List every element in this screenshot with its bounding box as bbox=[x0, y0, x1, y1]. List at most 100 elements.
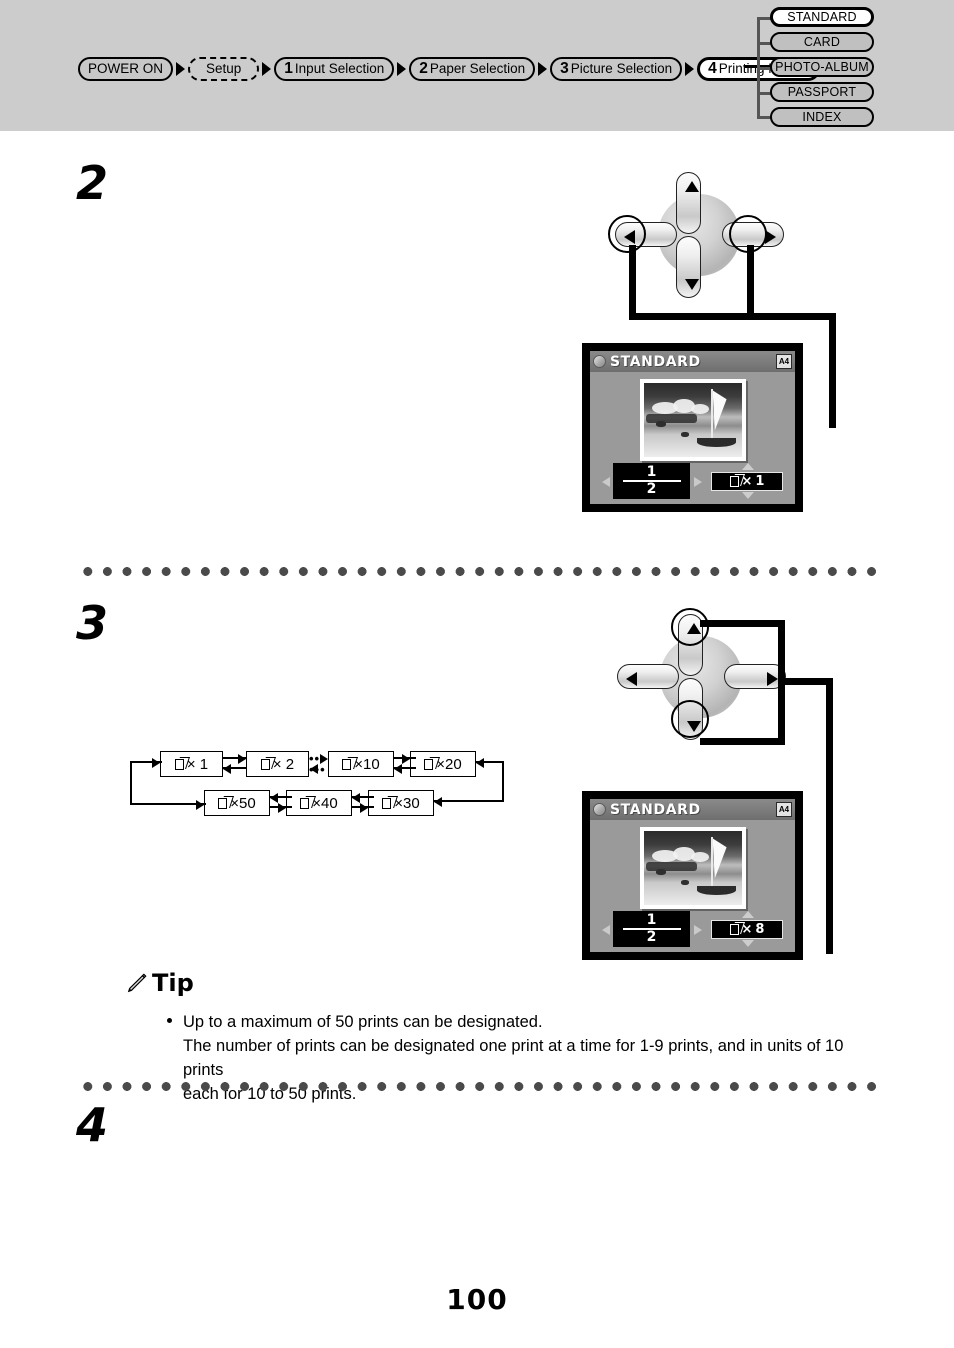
arrow-up-icon bbox=[742, 463, 754, 470]
mode-label: INDEX bbox=[802, 110, 842, 124]
dpad-right-button[interactable] bbox=[724, 664, 786, 689]
flow-arrow-left bbox=[270, 793, 278, 803]
rock-shape bbox=[681, 431, 690, 437]
flow-line bbox=[130, 803, 206, 805]
flow-arrow-left bbox=[394, 764, 402, 774]
connector-horizontal bbox=[700, 620, 785, 627]
print-count-flow-diagram: × 1 × 2 ×10 ×20 ×50 ×40 ×30 ••• ••• bbox=[120, 745, 504, 820]
paper-sheet-icon bbox=[382, 797, 392, 809]
flow-box-x10: ×10 bbox=[328, 751, 394, 777]
mode-label: STANDARD bbox=[787, 10, 857, 24]
breadcrumb-item-input-selection[interactable]: 1 Input Selection bbox=[274, 57, 395, 81]
arrow-left-icon bbox=[602, 925, 610, 935]
photo-thumbnail bbox=[644, 383, 742, 457]
highlight-ring-down bbox=[671, 700, 709, 738]
flow-box-x40: ×40 bbox=[286, 790, 352, 816]
mast-shape bbox=[710, 836, 713, 886]
flow-box-label: ×40 bbox=[312, 794, 338, 812]
dpad-up-button[interactable] bbox=[676, 172, 701, 234]
lcd-inner: STANDARD A4 1 2 bbox=[590, 351, 795, 504]
highlight-ring-up bbox=[671, 608, 709, 646]
section-divider bbox=[78, 567, 878, 576]
connector-vertical bbox=[826, 678, 833, 954]
lcd-title-bar: STANDARD A4 bbox=[590, 351, 795, 372]
page-current: 1 bbox=[646, 464, 657, 481]
lcd-screen-step2: STANDARD A4 1 2 × 1 bbox=[582, 343, 803, 512]
flow-box-label: ×50 bbox=[230, 794, 256, 812]
navigation-band: POWER ON Setup 1 Input Selection 2 Paper… bbox=[0, 0, 954, 131]
flow-box-label: × 2 bbox=[272, 755, 295, 773]
flow-arrow-left bbox=[476, 758, 484, 768]
breadcrumb-item-paper-selection[interactable]: 2 Paper Selection bbox=[409, 57, 536, 81]
flow-box-label: ×10 bbox=[354, 755, 380, 773]
paper-sheet-icon bbox=[300, 797, 310, 809]
mode-item-card[interactable]: CARD bbox=[770, 32, 874, 52]
flow-arrow-right bbox=[196, 800, 204, 810]
mode-stub-connector bbox=[757, 67, 771, 70]
paper-sheet-icon bbox=[174, 758, 184, 770]
breadcrumb-label: Input Selection bbox=[294, 61, 385, 77]
triangle-up-icon bbox=[685, 181, 699, 192]
arrow-down-icon bbox=[742, 940, 754, 947]
cloud-shape bbox=[691, 403, 710, 414]
lcd-screen-step3: STANDARD A4 1 2 × 8 bbox=[582, 791, 803, 960]
tip-heading: Tip bbox=[152, 969, 194, 997]
arrow-up-icon bbox=[742, 911, 754, 918]
mode-label: PASSPORT bbox=[787, 85, 857, 99]
breadcrumb-step-number: 2 bbox=[419, 60, 428, 78]
paper-sheet-icon bbox=[729, 924, 739, 935]
connector-horizontal bbox=[629, 313, 836, 320]
paper-size-badge: A4 bbox=[776, 354, 792, 369]
page-number: 100 bbox=[446, 1283, 508, 1316]
mode-item-passport[interactable]: PASSPORT bbox=[770, 82, 874, 102]
page-current: 1 bbox=[646, 912, 657, 929]
sail-shape bbox=[712, 390, 727, 431]
bullet-icon bbox=[167, 1018, 172, 1023]
lcd-mode-title: STANDARD bbox=[610, 801, 701, 818]
breadcrumb-label: Picture Selection bbox=[570, 61, 673, 77]
page-indicator: 1 2 bbox=[613, 463, 690, 499]
breadcrumb-item-picture-selection[interactable]: 3 Picture Selection bbox=[550, 57, 683, 81]
photo-thumbnail bbox=[644, 831, 742, 905]
print-count-indicator: × 8 bbox=[711, 920, 783, 939]
connector-vertical bbox=[629, 245, 636, 320]
breadcrumb-step-number: 3 bbox=[560, 60, 569, 78]
step-number-2: 2 bbox=[76, 156, 109, 210]
triangle-right-icon bbox=[767, 672, 778, 686]
tip-header: Tip bbox=[126, 971, 194, 995]
flow-line bbox=[130, 761, 132, 805]
breadcrumb-step-number: 4 bbox=[708, 60, 717, 78]
paper-sheet-icon bbox=[218, 797, 228, 809]
breadcrumb-item-setup[interactable]: Setup bbox=[188, 57, 260, 81]
mode-item-standard[interactable]: STANDARD bbox=[770, 7, 874, 27]
breadcrumb-arrow-icon bbox=[397, 62, 407, 76]
globe-icon bbox=[593, 355, 606, 368]
dpad-left-button[interactable] bbox=[617, 664, 679, 689]
arrow-down-icon bbox=[742, 492, 754, 499]
lcd-mode-title: STANDARD bbox=[610, 353, 701, 370]
flow-arrow-right bbox=[278, 803, 286, 813]
paper-sheet-icon bbox=[424, 758, 434, 770]
flow-arrow-right bbox=[360, 803, 368, 813]
step-number-3: 3 bbox=[76, 596, 109, 650]
tip-body: Up to a maximum of 50 prints can be desi… bbox=[167, 1010, 883, 1106]
breadcrumb-label: POWER ON bbox=[88, 61, 164, 77]
breadcrumb-step-number: 1 bbox=[284, 60, 293, 78]
mast-shape bbox=[710, 388, 713, 438]
flow-arrow-right bbox=[238, 754, 246, 764]
breadcrumb-item-power-on[interactable]: POWER ON bbox=[78, 57, 174, 81]
sail-shape bbox=[712, 838, 727, 879]
connector-vertical bbox=[700, 738, 785, 745]
paper-sheet-icon bbox=[729, 476, 739, 487]
mode-stub-connector bbox=[757, 17, 771, 20]
flow-box-label: ×20 bbox=[436, 755, 462, 773]
dpad-down-button[interactable] bbox=[676, 236, 701, 298]
flow-box-label: ×30 bbox=[394, 794, 420, 812]
flow-box-x1: × 1 bbox=[160, 751, 223, 777]
mode-item-photo-album[interactable]: PHOTO-ALBUM bbox=[770, 57, 874, 77]
count-value: 8 bbox=[755, 922, 765, 937]
triangle-left-icon bbox=[626, 672, 637, 686]
breadcrumb: POWER ON Setup 1 Input Selection 2 Paper… bbox=[78, 57, 820, 81]
dpad-step3 bbox=[612, 608, 792, 742]
mode-item-index[interactable]: INDEX bbox=[770, 107, 874, 127]
